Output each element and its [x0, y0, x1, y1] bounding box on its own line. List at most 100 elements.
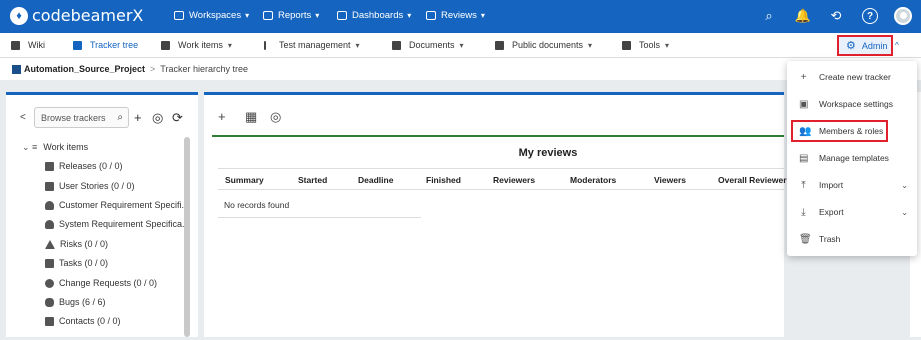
- tree-node-label: Change Requests (0 / 0): [59, 278, 158, 288]
- upload-icon: ⤒: [801, 179, 806, 191]
- chevron-down-icon: ⌄: [901, 180, 908, 190]
- chevron-down-icon: ⌄: [901, 207, 908, 217]
- column-header[interactable]: Finished: [426, 175, 461, 185]
- bell-icon[interactable]: 🔔: [795, 8, 811, 24]
- tree-node-risks[interactable]: Risks (0 / 0): [45, 237, 108, 251]
- column-header[interactable]: Started: [298, 175, 327, 185]
- tab-work-items[interactable]: Work items ▾: [161, 40, 232, 50]
- column-header[interactable]: Viewers: [654, 175, 686, 185]
- nav-reviews-label: Reviews: [441, 10, 477, 21]
- tree-node-label: System Requirement Specifica...: [59, 219, 190, 229]
- work-items-icon: [161, 40, 170, 50]
- column-header[interactable]: Deadline: [358, 175, 393, 185]
- chevron-down-icon: ▾: [355, 40, 360, 50]
- tree-node-change-requests[interactable]: Change Requests (0 / 0): [45, 276, 157, 290]
- tree-node-user-stories[interactable]: User Stories (0 / 0): [45, 179, 135, 193]
- chevron-down-icon: ▾: [665, 40, 670, 50]
- browse-trackers-placeholder: Browse trackers: [41, 113, 106, 123]
- chevron-down-icon: ▾: [245, 11, 250, 20]
- reviews-icon: [426, 11, 436, 20]
- tree-node-label: Contacts (0 / 0): [59, 316, 121, 326]
- workspaces-icon: [174, 11, 184, 20]
- brand-logo[interactable]: ♦ codebeamerX: [10, 6, 143, 25]
- nav-reviews[interactable]: Reviews ▾: [426, 10, 485, 21]
- menu-item-export[interactable]: ⤓ Export ⌄: [787, 201, 917, 223]
- warning-icon: [45, 239, 55, 249]
- tab-public-documents[interactable]: Public documents ▾: [495, 40, 592, 50]
- column-header[interactable]: Summary: [225, 175, 264, 185]
- bug-icon: [45, 297, 54, 307]
- nav-reports[interactable]: Reports ▾: [263, 10, 319, 21]
- history-icon[interactable]: ⟲: [828, 8, 844, 24]
- menu-item-manage-templates[interactable]: ▤ Manage templates: [787, 147, 917, 169]
- divider: [218, 217, 421, 218]
- template-icon: ▤: [799, 152, 809, 164]
- tree-node-label: Risks (0 / 0): [60, 239, 109, 249]
- tab-tracker-tree-label: Tracker tree: [90, 40, 139, 50]
- public-documents-icon: [495, 40, 504, 50]
- menu-item-members-roles[interactable]: 👥 Members & roles: [791, 120, 888, 142]
- tab-tools[interactable]: Tools ▾: [622, 40, 669, 50]
- hide-icon[interactable]: ◎: [152, 110, 163, 126]
- tab-tracker-tree[interactable]: Tracker tree: [73, 40, 138, 50]
- brand-mark-icon: ♦: [10, 6, 28, 25]
- nav-dashboards[interactable]: Dashboards ▾: [337, 10, 411, 21]
- menu-item-import[interactable]: ⤒ Import ⌄: [787, 174, 917, 196]
- menu-item-workspace-settings[interactable]: ▣ Workspace settings: [787, 93, 917, 115]
- menu-item-create-tracker[interactable]: + Create new tracker: [787, 66, 917, 88]
- search-icon[interactable]: ⌕: [761, 8, 777, 24]
- tree-node-work-items[interactable]: ⌄ ≡ Work items: [22, 140, 88, 154]
- admin-menu-button[interactable]: ⚙ Admin: [837, 35, 893, 56]
- breadcrumb: Automation_Source_Project > Tracker hier…: [0, 58, 921, 80]
- contact-icon: [45, 316, 54, 326]
- tab-wiki[interactable]: Wiki: [11, 40, 45, 50]
- nav-workspaces[interactable]: Workspaces ▾: [174, 10, 249, 21]
- column-header[interactable]: Overall Reviewer S: [718, 175, 795, 185]
- tree-node-label: User Stories (0 / 0): [59, 181, 135, 191]
- menu-item-label: Export: [819, 207, 844, 217]
- menu-item-label: Trash: [819, 234, 841, 244]
- collapse-left-icon[interactable]: <: [20, 112, 26, 123]
- tree-node-system-req[interactable]: System Requirement Specifica...: [45, 217, 190, 231]
- help-icon[interactable]: ?: [862, 8, 878, 24]
- table-icon[interactable]: ▦: [245, 109, 257, 125]
- chevron-down-icon: ▾: [315, 11, 320, 20]
- tab-wiki-label: Wiki: [28, 40, 45, 50]
- avatar[interactable]: [894, 7, 912, 25]
- tree-node-tasks[interactable]: Tasks (0 / 0): [45, 256, 108, 270]
- bulb-icon: [45, 200, 54, 210]
- breadcrumb-page: Tracker hierarchy tree: [160, 64, 248, 74]
- add-tracker-icon[interactable]: +: [134, 110, 142, 125]
- column-header[interactable]: Moderators: [570, 175, 616, 185]
- breadcrumb-project[interactable]: Automation_Source_Project: [24, 64, 145, 74]
- tab-public-documents-label: Public documents: [512, 40, 584, 50]
- menu-item-trash[interactable]: 🗑 Trash: [787, 228, 917, 250]
- tree-scrollbar[interactable]: [184, 137, 190, 337]
- reports-icon: [263, 11, 273, 20]
- tree-node-contacts[interactable]: Contacts (0 / 0): [45, 314, 121, 328]
- brand-name: codebeamerX: [32, 6, 144, 25]
- search-icon[interactable]: ⌕: [117, 112, 123, 123]
- tab-documents[interactable]: Documents ▾: [392, 40, 464, 50]
- target-icon[interactable]: ◎: [270, 109, 281, 125]
- menu-item-label: Manage templates: [819, 153, 889, 163]
- chevron-up-icon[interactable]: ^: [895, 41, 899, 50]
- tree-node-releases[interactable]: Releases (0 / 0): [45, 159, 123, 173]
- chevron-down-icon: ▾: [459, 40, 464, 50]
- tab-tools-label: Tools: [639, 40, 661, 50]
- sync-icon[interactable]: ⟳: [172, 110, 183, 126]
- add-icon[interactable]: +: [218, 109, 226, 124]
- tree-node-label: Bugs (6 / 6): [59, 297, 106, 307]
- column-header[interactable]: Reviewers: [493, 175, 535, 185]
- nav-reports-label: Reports: [278, 10, 312, 21]
- tab-test-management[interactable]: Test management ▾: [264, 40, 360, 50]
- documents-icon: [392, 40, 401, 50]
- project-icon: [12, 64, 21, 74]
- folder-toggle-icon: ⌄ ≡: [22, 141, 38, 152]
- exclamation-icon: [264, 40, 266, 50]
- tab-work-items-label: Work items: [178, 40, 223, 50]
- trash-icon: 🗑: [799, 233, 812, 245]
- tree-node-customer-req[interactable]: Customer Requirement Specifi...: [45, 198, 189, 212]
- browse-trackers-input[interactable]: Browse trackers ⌕: [34, 107, 129, 128]
- tree-node-bugs[interactable]: Bugs (6 / 6): [45, 295, 106, 309]
